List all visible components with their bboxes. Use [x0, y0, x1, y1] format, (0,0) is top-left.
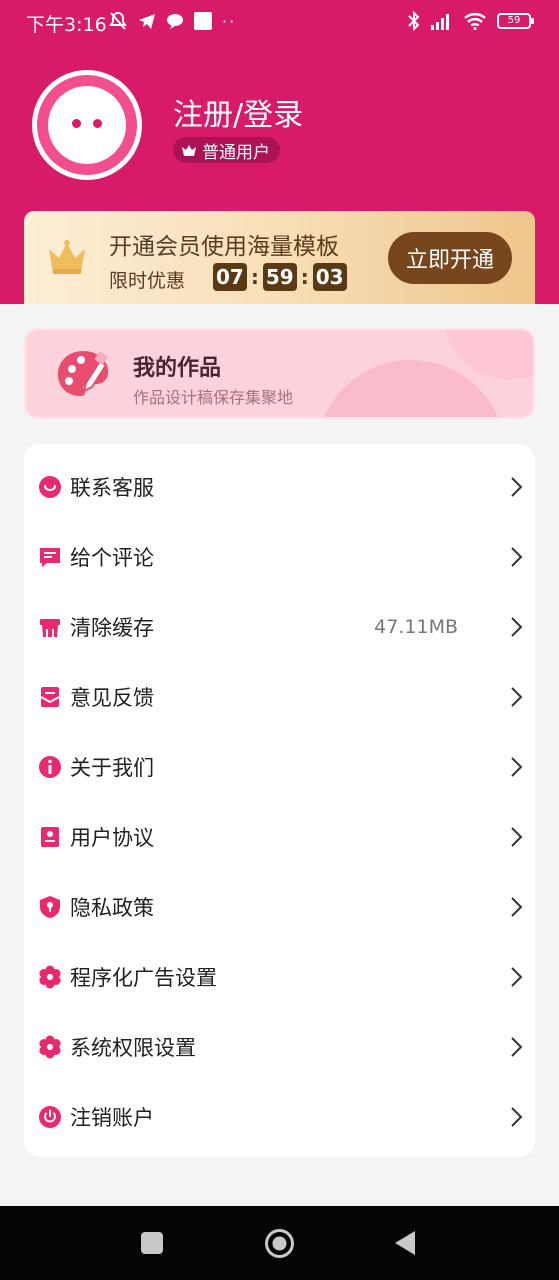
recents-button[interactable] [141, 1232, 163, 1254]
app-icon [194, 12, 212, 30]
chevron-right-icon [511, 897, 523, 917]
back-button[interactable] [393, 1230, 417, 1256]
chevron-right-icon [511, 547, 523, 567]
menu-item-user-agreement[interactable]: 用户协议 [24, 802, 535, 872]
chevron-right-icon [511, 687, 523, 707]
agreement-icon [41, 827, 59, 847]
status-time: 下午3:16 [26, 14, 107, 36]
countdown-seconds: 03 [312, 263, 347, 291]
menu-item-label: 系统权限设置 [70, 1036, 196, 1060]
countdown-timer: 07 : 59 : 03 [213, 263, 347, 291]
home-button[interactable] [264, 1228, 295, 1259]
open-vip-button[interactable]: 立即开通 [388, 232, 512, 284]
signal-icon [431, 14, 449, 30]
broom-icon [40, 619, 60, 637]
chat-icon [39, 476, 61, 498]
countdown-separator: : [300, 265, 309, 289]
vip-banner[interactable]: 开通会员使用海量模板 限时优惠 07 : 59 : 03 立即开通 [24, 211, 535, 304]
menu-item-about-us[interactable]: 关于我们 [24, 732, 535, 802]
bluetooth-icon [408, 11, 420, 31]
menu-item-delete-account[interactable]: 注销账户 [24, 1082, 535, 1152]
chevron-right-icon [511, 827, 523, 847]
countdown-hours: 07 [213, 263, 247, 291]
menu-item-label: 清除缓存 [70, 616, 154, 640]
gear-icon [39, 1035, 61, 1059]
chevron-right-icon [511, 757, 523, 777]
menu-item-label: 程序化广告设置 [70, 966, 217, 990]
vip-crown-icon [49, 240, 85, 274]
notification-icons: ·· [108, 8, 236, 34]
gear-icon [39, 965, 61, 989]
settings-menu: 联系客服 给个评论 清除缓存 47.11MB 意见反馈 关于我们 用户协议 隐私… [24, 444, 535, 1157]
menu-item-label: 给个评论 [70, 546, 154, 570]
menu-item-ad-settings[interactable]: 程序化广告设置 [24, 942, 535, 1012]
works-subtitle: 作品设计稿保存集聚地 [133, 388, 294, 407]
menu-item-feedback[interactable]: 意见反馈 [24, 662, 535, 732]
menu-item-permission-settings[interactable]: 系统权限设置 [24, 1012, 535, 1082]
battery-icon: 59 [497, 13, 534, 29]
more-icon: ·· [222, 11, 237, 31]
status-bar: 下午3:16 ·· 59 [0, 0, 559, 44]
menu-item-label: 关于我们 [70, 756, 154, 780]
vip-limited-label: 限时优惠 [109, 270, 186, 292]
menu-item-label: 用户协议 [70, 826, 154, 850]
menu-item-clear-cache[interactable]: 清除缓存 47.11MB [24, 592, 535, 662]
avatar[interactable] [32, 70, 142, 180]
menu-item-label: 意见反馈 [70, 686, 154, 710]
vip-title: 开通会员使用海量模板 [109, 234, 339, 260]
wifi-icon [464, 13, 486, 30]
countdown-minutes: 59 [262, 263, 297, 291]
login-link[interactable]: 注册/登录 [173, 90, 303, 134]
menu-item-label: 注销账户 [70, 1106, 154, 1130]
chevron-right-icon [511, 967, 523, 987]
comment-icon [40, 548, 60, 567]
chevron-right-icon [511, 477, 523, 497]
menu-item-privacy-policy[interactable]: 隐私政策 [24, 872, 535, 942]
crown-icon [182, 145, 196, 156]
avatar-face-icon [48, 86, 126, 164]
user-type-label: 普通用户 [202, 142, 270, 163]
chevron-right-icon [511, 1107, 523, 1127]
feedback-icon [40, 687, 60, 707]
telegram-icon [139, 14, 155, 29]
chevron-right-icon [511, 617, 523, 637]
my-works-card[interactable]: 我的作品 作品设计稿保存集聚地 [24, 328, 535, 419]
mute-bell-icon [109, 11, 127, 30]
system-icons: 59 [407, 8, 534, 34]
cache-size-value: 47.11MB [374, 616, 458, 638]
menu-item-customer-service[interactable]: 联系客服 [24, 452, 535, 522]
countdown-separator: : [250, 265, 259, 289]
works-title: 我的作品 [133, 356, 222, 381]
system-nav-bar [0, 1206, 559, 1280]
menu-item-label: 隐私政策 [70, 896, 154, 920]
user-type-badge: 普通用户 [173, 137, 280, 163]
menu-item-label: 联系客服 [70, 476, 154, 500]
chevron-right-icon [511, 1037, 523, 1057]
message-icon [167, 14, 183, 29]
power-icon [39, 1106, 61, 1128]
menu-item-review[interactable]: 给个评论 [24, 522, 535, 592]
palette-icon [57, 351, 109, 396]
info-icon [39, 756, 61, 778]
shield-icon [40, 896, 60, 918]
